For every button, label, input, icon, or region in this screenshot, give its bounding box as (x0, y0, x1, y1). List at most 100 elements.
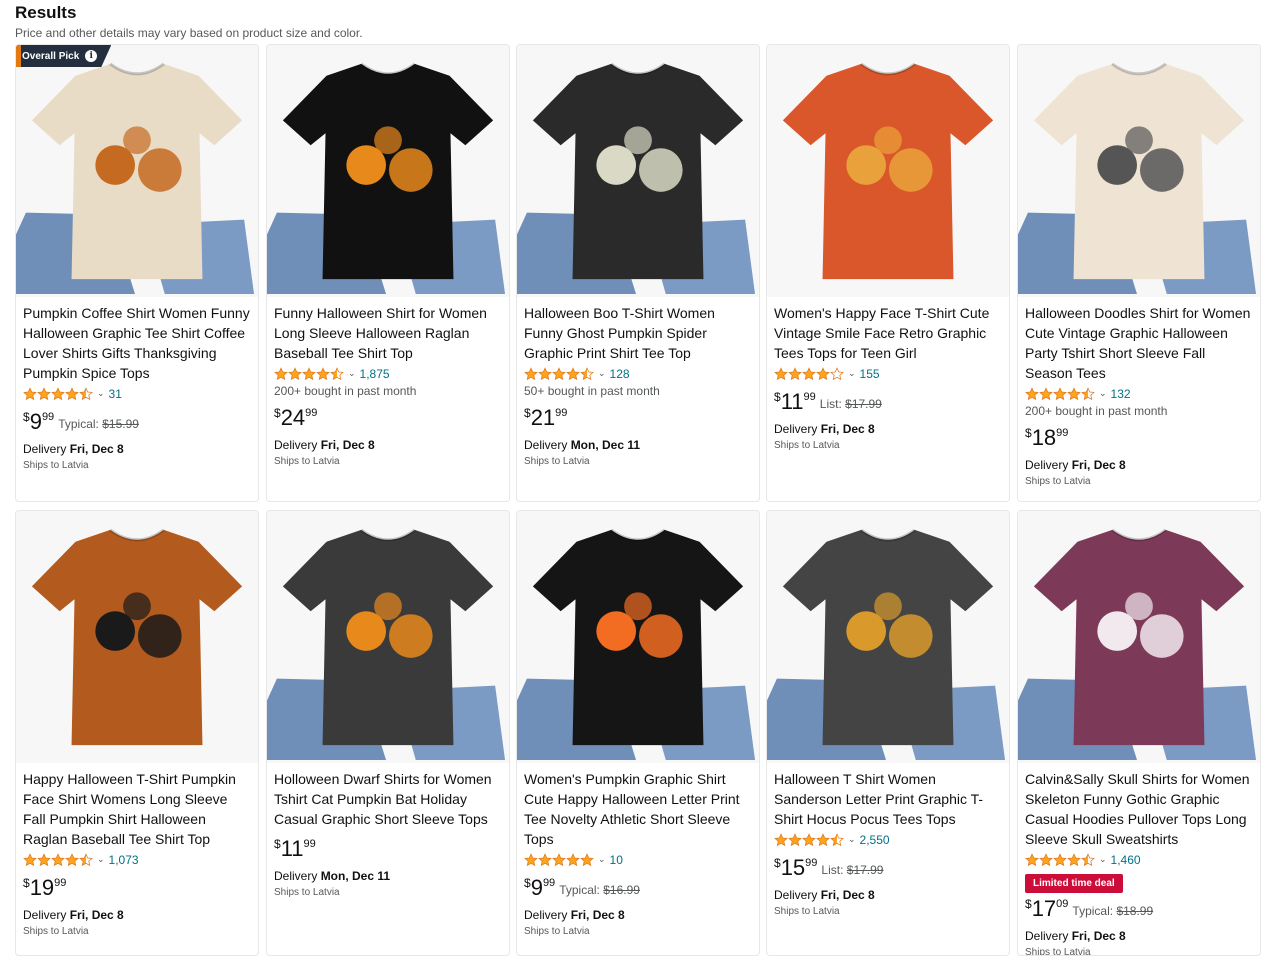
product-image[interactable] (767, 45, 1009, 297)
star-rating[interactable] (23, 852, 93, 867)
info-icon[interactable]: i (85, 50, 97, 62)
chevron-down-icon[interactable]: ⌄ (848, 368, 856, 379)
price-link[interactable]: $18 99 (1025, 426, 1068, 450)
product-image[interactable] (1018, 45, 1260, 297)
chevron-down-icon[interactable]: ⌄ (97, 388, 105, 399)
product-card[interactable]: Women's Pumpkin Graphic Shirt Cute Happy… (516, 510, 760, 956)
chevron-down-icon[interactable]: ⌄ (97, 854, 105, 865)
star-icon (23, 852, 37, 866)
product-title-link[interactable]: Women's Happy Face T-Shirt Cute Vintage … (774, 303, 1002, 363)
star-icon (302, 366, 316, 380)
product-image[interactable] (267, 511, 509, 763)
product-card[interactable]: Happy Halloween T-Shirt Pumpkin Face Shi… (15, 510, 259, 956)
product-image[interactable] (16, 45, 258, 297)
price-link[interactable]: $21 99 (524, 406, 567, 430)
review-count-link[interactable]: 1,073 (109, 853, 139, 867)
product-image[interactable] (267, 45, 509, 297)
product-title-link[interactable]: Halloween T Shirt Women Sanderson Letter… (774, 769, 1002, 829)
price-link[interactable]: $19 99 (23, 876, 66, 900)
price-symbol: $ (524, 876, 531, 890)
product-card[interactable]: Calvin&Sally Skull Shirts for Women Skel… (1017, 510, 1261, 956)
chevron-down-icon[interactable]: ⌄ (1099, 388, 1107, 399)
price-symbol: $ (524, 406, 531, 420)
product-image[interactable] (517, 45, 759, 297)
price-whole: 15 (780, 855, 806, 880)
rating-row: ⌄ 1,460 (1025, 851, 1253, 868)
price-link[interactable]: $11 99 (774, 390, 816, 414)
product-card[interactable]: Halloween Boo T-Shirt Women Funny Ghost … (516, 44, 760, 502)
star-rating[interactable] (1025, 386, 1095, 401)
price-link[interactable]: $15 99 (774, 856, 817, 880)
product-title-link[interactable]: Halloween Boo T-Shirt Women Funny Ghost … (524, 303, 752, 363)
chevron-down-icon[interactable]: ⌄ (848, 834, 856, 845)
review-count-link[interactable]: 2,550 (860, 833, 890, 847)
review-count-link[interactable]: 128 (610, 367, 630, 381)
product-title-link[interactable]: Calvin&Sally Skull Shirts for Women Skel… (1025, 769, 1253, 849)
star-icon (788, 832, 802, 846)
product-title-link[interactable]: Funny Halloween Shirt for Women Long Sle… (274, 303, 502, 363)
price-fraction: 99 (303, 838, 316, 850)
product-details: Halloween T Shirt Women Sanderson Letter… (774, 769, 1002, 917)
product-card[interactable]: Funny Halloween Shirt for Women Long Sle… (266, 44, 510, 502)
product-photo (267, 46, 509, 296)
product-card[interactable]: Overall Pick i Pumpkin Coffee Shirt Women … (15, 44, 259, 502)
price-whole: 19 (29, 875, 55, 900)
product-image[interactable] (517, 511, 759, 763)
price-link[interactable]: $9 99 (23, 410, 54, 434)
price-comparison: Typical: $18.99 (1072, 904, 1153, 918)
review-count-link[interactable]: 10 (610, 853, 623, 867)
star-icon (1025, 852, 1039, 866)
star-icon (524, 852, 538, 866)
results-title: Results (15, 3, 77, 22)
product-title-link[interactable]: Women's Pumpkin Graphic Shirt Cute Happy… (524, 769, 752, 849)
review-count-link[interactable]: 1,460 (1111, 853, 1141, 867)
product-title-link[interactable]: Happy Halloween T-Shirt Pumpkin Face Shi… (23, 769, 251, 849)
product-card[interactable]: Women's Happy Face T-Shirt Cute Vintage … (766, 44, 1010, 502)
review-count-link[interactable]: 132 (1111, 387, 1131, 401)
price-whole: 9 (530, 875, 543, 900)
star-rating[interactable] (23, 386, 93, 401)
star-rating[interactable] (524, 366, 594, 381)
price-old: $17.99 (845, 397, 882, 411)
rating-row: ⌄ 155 (774, 365, 1002, 382)
product-image[interactable] (767, 511, 1009, 763)
product-title-link[interactable]: Pumpkin Coffee Shirt Women Funny Hallowe… (23, 303, 251, 383)
chevron-down-icon[interactable]: ⌄ (348, 368, 356, 379)
product-image[interactable] (1018, 511, 1260, 763)
review-count-link[interactable]: 155 (860, 367, 880, 381)
chevron-down-icon[interactable]: ⌄ (598, 854, 606, 865)
price-link[interactable]: $17 09 (1025, 897, 1068, 921)
delivery-date: Fri, Dec 8 (320, 438, 375, 452)
price-fraction: 99 (54, 877, 67, 889)
star-rating[interactable] (524, 852, 594, 867)
price-link[interactable]: $11 99 (274, 837, 316, 861)
ships-to: Ships to Latvia (1025, 947, 1091, 956)
product-card[interactable]: Halloween Doodles Shirt for Women Cute V… (1017, 44, 1261, 502)
review-count-link[interactable]: 1,875 (360, 367, 390, 381)
price-whole: 9 (29, 409, 42, 434)
product-photo (517, 512, 759, 762)
delivery-date: Fri, Dec 8 (1071, 929, 1126, 943)
price-link[interactable]: $9 99 (524, 876, 555, 900)
product-card[interactable]: Holloween Dwarf Shirts for Women Tshirt … (266, 510, 510, 956)
star-rating[interactable] (774, 832, 844, 847)
delivery-prefix: Delivery (274, 438, 318, 452)
product-title-link[interactable]: Halloween Doodles Shirt for Women Cute V… (1025, 303, 1253, 383)
product-details: Pumpkin Coffee Shirt Women Funny Hallowe… (23, 303, 251, 471)
star-rating[interactable] (774, 366, 844, 381)
delivery-info: Delivery Fri, Dec 8 (23, 908, 251, 922)
product-card[interactable]: Halloween T Shirt Women Sanderson Letter… (766, 510, 1010, 956)
bought-past-month: 200+ bought in past month (1025, 404, 1168, 418)
price-symbol: $ (23, 876, 30, 890)
price-comparison-label: Typical: (58, 417, 99, 431)
product-image[interactable] (16, 511, 258, 763)
star-rating[interactable] (274, 366, 344, 381)
star-rating[interactable] (1025, 852, 1095, 867)
star-icon (774, 832, 788, 846)
price-link[interactable]: $24 99 (274, 406, 317, 430)
product-title-link[interactable]: Holloween Dwarf Shirts for Women Tshirt … (274, 769, 502, 829)
review-count-link[interactable]: 31 (109, 387, 122, 401)
chevron-down-icon[interactable]: ⌄ (1099, 854, 1107, 865)
star-icon (1039, 386, 1053, 400)
chevron-down-icon[interactable]: ⌄ (598, 368, 606, 379)
